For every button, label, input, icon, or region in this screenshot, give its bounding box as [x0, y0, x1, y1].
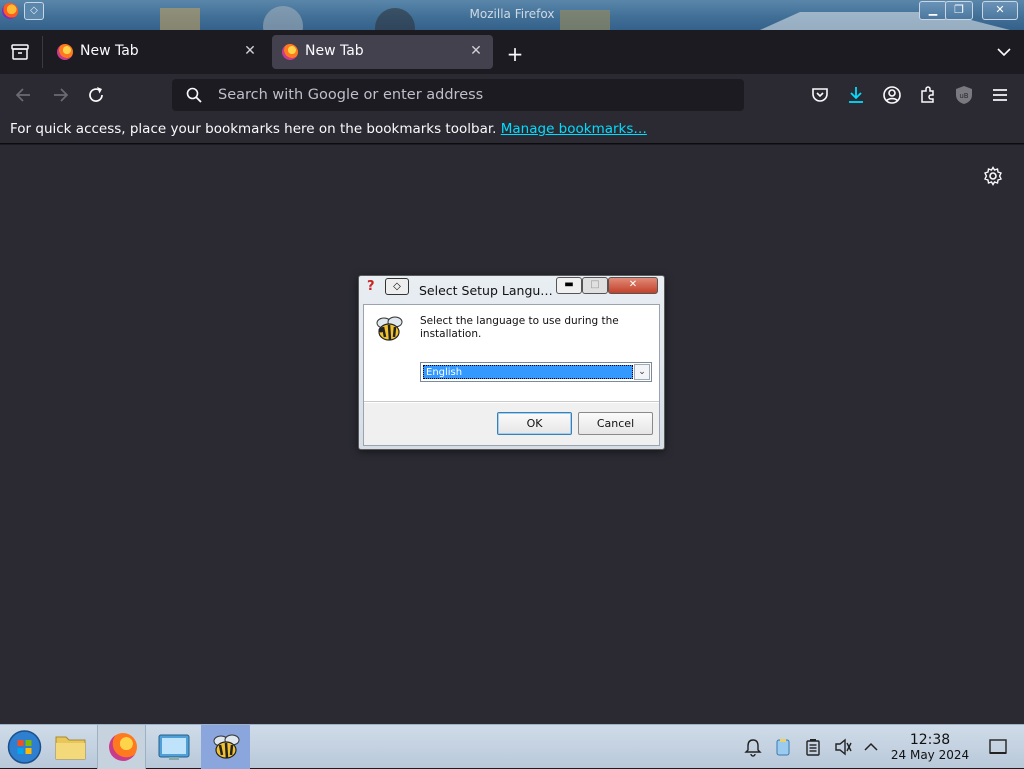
firefox-icon: [57, 44, 73, 60]
close-button[interactable]: ✕: [608, 277, 658, 294]
bookmarks-toolbar: For quick access, place your bookmarks h…: [0, 116, 1024, 144]
minimize-button[interactable]: ▬: [556, 277, 582, 294]
notifications-icon[interactable]: [743, 737, 763, 757]
menu-icon[interactable]: [990, 85, 1010, 105]
gear-icon[interactable]: [983, 166, 1003, 186]
close-icon[interactable]: ✕: [241, 42, 259, 60]
bee-icon: [376, 316, 403, 341]
download-icon[interactable]: [846, 85, 866, 105]
back-arrow-icon[interactable]: [13, 84, 35, 106]
clipboard-icon[interactable]: [773, 737, 793, 757]
firefox-icon: [282, 44, 298, 60]
dialog-button-row: OK Cancel: [364, 403, 659, 445]
help-icon[interactable]: ?: [367, 279, 379, 295]
firefox-icon: [109, 733, 137, 761]
taskbar: 12:38 24 May 2024: [0, 724, 1024, 769]
pin-icon[interactable]: ◇: [385, 278, 409, 295]
plus-icon[interactable]: +: [505, 42, 525, 66]
dialog-content: Select the language to use during the in…: [364, 305, 659, 402]
battery-icon[interactable]: [803, 737, 823, 757]
chevron-up-icon[interactable]: [861, 737, 881, 757]
maximize-button[interactable]: □: [582, 277, 608, 294]
tab-label: New Tab: [305, 43, 364, 59]
window-titlebar[interactable]: ◇ Mozilla Firefox ▁ ❐ ✕: [0, 0, 1024, 30]
system-settings-icon[interactable]: [149, 725, 198, 769]
pocket-icon[interactable]: [810, 85, 830, 105]
extensions-icon[interactable]: [918, 85, 938, 105]
window-title: Mozilla Firefox: [469, 7, 555, 21]
search-icon: [186, 87, 202, 103]
ok-button[interactable]: OK: [497, 412, 572, 435]
bookmarks-hint-text: For quick access, place your bookmarks h…: [10, 121, 497, 137]
ublock-icon[interactable]: uB: [954, 85, 974, 105]
nav-toolbar: uB: [0, 74, 1024, 116]
cancel-button[interactable]: Cancel: [578, 412, 653, 435]
bookmarks-hint: For quick access, place your bookmarks h…: [10, 121, 647, 137]
language-select-value: English: [423, 365, 633, 379]
show-desktop-icon[interactable]: [988, 737, 1008, 757]
tab-new-tab-1[interactable]: New Tab ✕: [47, 35, 267, 69]
setup-language-dialog: ? ◇ Select Setup Langu… ▬ □ ✕ Select the…: [358, 275, 665, 450]
dialog-message: Select the language to use during the in…: [420, 315, 619, 340]
taskbar-setup[interactable]: [201, 725, 250, 769]
clock-date[interactable]: 24 May 2024: [886, 748, 974, 762]
close-icon[interactable]: ✕: [467, 42, 485, 60]
tab-list-icon[interactable]: [11, 44, 29, 60]
url-bar[interactable]: [172, 79, 744, 111]
clock-time[interactable]: 12:38: [905, 732, 955, 748]
minimize-button[interactable]: ▁: [919, 1, 947, 20]
url-input[interactable]: [216, 83, 716, 107]
svg-text:uB: uB: [959, 92, 968, 100]
mute-icon[interactable]: [833, 737, 853, 757]
tab-label: New Tab: [80, 43, 139, 59]
chevron-down-icon[interactable]: ⌄: [634, 364, 650, 380]
bee-icon: [213, 734, 240, 759]
dialog-titlebar[interactable]: ? ◇ Select Setup Langu… ▬ □ ✕: [359, 276, 664, 303]
language-select[interactable]: English ⌄: [420, 362, 652, 382]
tab-strip: New Tab ✕ New Tab ✕ +: [0, 30, 1024, 74]
dialog-title: Select Setup Langu…: [419, 283, 553, 298]
account-icon[interactable]: [882, 85, 902, 105]
restore-button[interactable]: ❐: [945, 1, 973, 20]
tab-divider: [42, 36, 43, 68]
reload-icon[interactable]: [85, 84, 107, 106]
close-button[interactable]: ✕: [982, 1, 1018, 20]
file-manager-icon[interactable]: [46, 725, 95, 769]
tab-new-tab-2[interactable]: New Tab ✕: [272, 35, 493, 69]
forward-arrow-icon[interactable]: [49, 84, 71, 106]
start-orb-icon[interactable]: [0, 725, 49, 769]
chevron-down-icon[interactable]: [996, 47, 1012, 57]
manage-bookmarks-link[interactable]: Manage bookmarks…: [501, 121, 647, 137]
taskbar-firefox[interactable]: [97, 725, 146, 769]
dialog-body: Select the language to use during the in…: [363, 304, 660, 446]
